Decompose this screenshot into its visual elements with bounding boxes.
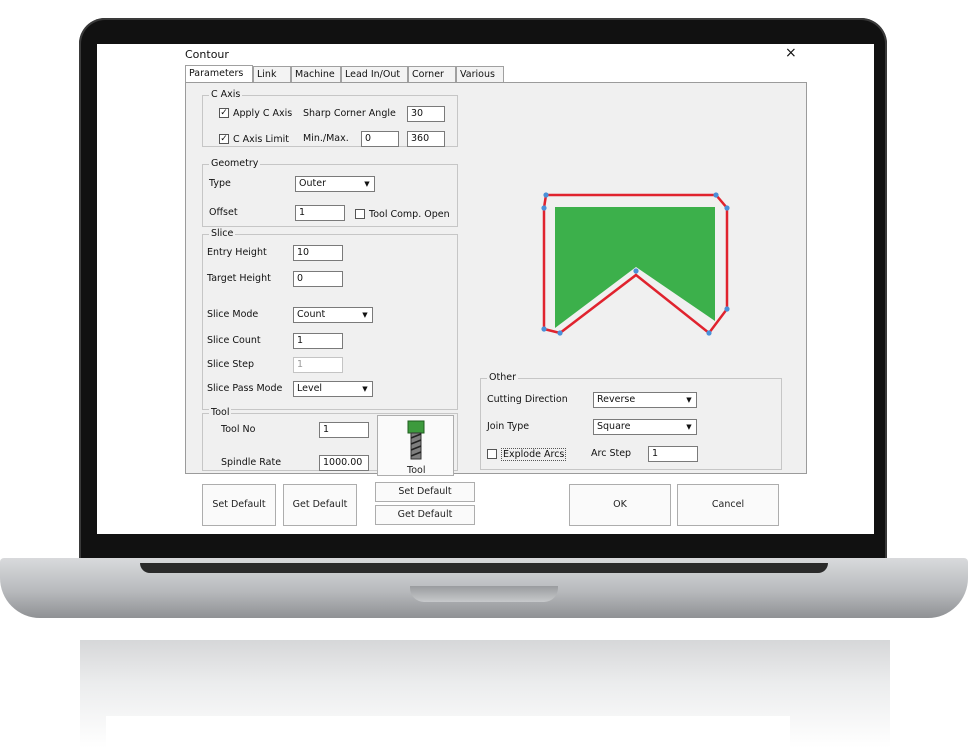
- apply-c-axis-label: Apply C Axis: [233, 108, 293, 119]
- chevron-down-icon: ▼: [683, 394, 695, 406]
- cutting-direction-value: Reverse: [597, 394, 636, 405]
- get-default-button[interactable]: Get Default: [283, 484, 357, 526]
- tool-no-input[interactable]: 1: [319, 422, 369, 438]
- geometry-legend: Geometry: [209, 158, 261, 169]
- sharp-corner-input[interactable]: 30: [407, 106, 445, 122]
- slice-pass-mode-value: Level: [297, 383, 323, 394]
- tool-button[interactable]: Tool: [377, 415, 454, 476]
- explode-arcs-checkbox[interactable]: [487, 449, 497, 459]
- slice-legend: Slice: [209, 228, 236, 239]
- chevron-down-icon: ▼: [361, 178, 373, 190]
- tool-group: Tool Tool No 1 Spindle Rate 1000.00 Tool: [202, 407, 458, 476]
- tool-comp-open-checkbox[interactable]: [355, 209, 365, 219]
- contour-vertex: [713, 192, 719, 198]
- explode-arcs-label: Explode Arcs: [501, 448, 567, 461]
- sharp-corner-label: Sharp Corner Angle: [303, 108, 396, 119]
- slice-mode-value: Count: [297, 309, 326, 320]
- c-axis-legend: C Axis: [209, 89, 243, 100]
- contour-vertex: [557, 330, 563, 336]
- slice-pass-mode-select[interactable]: Level ▼: [293, 381, 373, 397]
- offset-input[interactable]: 1: [295, 205, 345, 221]
- entry-height-input[interactable]: 10: [293, 245, 343, 261]
- tool-comp-open-label: Tool Comp. Open: [369, 209, 450, 220]
- type-select[interactable]: Outer ▼: [295, 176, 375, 192]
- contour-vertex: [724, 306, 730, 312]
- slice-count-input[interactable]: 1: [293, 333, 343, 349]
- dialog-title: Contour: [185, 48, 229, 61]
- other-group: Other Cutting Direction Reverse ▼ Join T…: [480, 372, 782, 470]
- c-axis-limit-label: C Axis Limit: [233, 134, 289, 145]
- join-type-select[interactable]: Square ▼: [593, 419, 697, 435]
- laptop-notch: [410, 586, 558, 602]
- spindle-rate-input[interactable]: 1000.00: [319, 455, 369, 471]
- contour-vertex: [706, 330, 712, 336]
- set-default-button-2[interactable]: Set Default: [375, 482, 475, 502]
- end-mill-icon: [407, 420, 425, 460]
- contour-vertex: [543, 192, 549, 198]
- slice-step-label: Slice Step: [207, 359, 255, 370]
- chevron-down-icon: ▼: [683, 421, 695, 433]
- slice-group: Slice Entry Height 10 Target Height 0 Sl…: [202, 228, 458, 410]
- join-type-value: Square: [597, 421, 631, 432]
- slice-count-label: Slice Count: [207, 335, 261, 346]
- min-input[interactable]: 0: [361, 131, 399, 147]
- tool-button-label: Tool: [407, 465, 426, 476]
- other-legend: Other: [487, 372, 518, 383]
- cutting-direction-select[interactable]: Reverse ▼: [593, 392, 697, 408]
- tab-various[interactable]: Various: [456, 66, 504, 82]
- target-height-label: Target Height: [207, 273, 271, 284]
- minmax-label: Min./Max.: [303, 133, 349, 144]
- target-height-input[interactable]: 0: [293, 271, 343, 287]
- tab-parameters[interactable]: Parameters: [185, 65, 253, 83]
- join-type-label: Join Type: [487, 421, 530, 432]
- contour-vertex: [541, 326, 547, 332]
- entry-height-label: Entry Height: [207, 247, 267, 258]
- get-default-button-2[interactable]: Get Default: [375, 505, 475, 525]
- slice-step-input: 1: [293, 357, 343, 373]
- close-icon[interactable]: ×: [785, 45, 797, 61]
- offset-label: Offset: [209, 207, 238, 218]
- tab-corner[interactable]: Corner: [408, 66, 456, 82]
- tool-legend: Tool: [209, 407, 232, 418]
- geometry-group: Geometry Type Outer ▼ Offset 1 Tool Comp…: [202, 158, 458, 227]
- max-input[interactable]: 360: [407, 131, 445, 147]
- apply-c-axis-checkbox[interactable]: ✓: [219, 108, 229, 118]
- set-default-button[interactable]: Set Default: [202, 484, 276, 526]
- tab-link[interactable]: Link: [253, 66, 291, 82]
- parameters-panel: C Axis ✓ Apply C Axis Sharp Corner Angle…: [185, 82, 807, 476]
- c-axis-limit-checkbox[interactable]: ✓: [219, 134, 229, 144]
- cutting-direction-label: Cutting Direction: [487, 394, 568, 405]
- chevron-down-icon: ▼: [359, 309, 371, 321]
- contour-vertex: [724, 205, 730, 211]
- c-axis-group: C Axis ✓ Apply C Axis Sharp Corner Angle…: [202, 89, 458, 147]
- type-label: Type: [209, 178, 231, 189]
- contour-preview: [541, 192, 730, 336]
- tool-no-label: Tool No: [221, 424, 256, 435]
- checkmark-icon: ✓: [220, 134, 228, 144]
- slice-mode-label: Slice Mode: [207, 309, 259, 320]
- tab-machine[interactable]: Machine: [291, 66, 341, 82]
- cancel-button[interactable]: Cancel: [677, 484, 779, 526]
- checkmark-icon: ✓: [220, 108, 228, 118]
- chevron-down-icon: ▼: [359, 383, 371, 395]
- laptop-screen: Contour × Parameters Link Machine Lead I…: [97, 44, 874, 534]
- type-value: Outer: [299, 178, 326, 189]
- arc-step-input[interactable]: 1: [648, 446, 698, 462]
- arc-step-label: Arc Step: [591, 448, 632, 459]
- slice-pass-mode-label: Slice Pass Mode: [207, 383, 283, 394]
- tab-lead-in-out[interactable]: Lead In/Out: [341, 66, 408, 82]
- laptop-hinge: [140, 563, 828, 573]
- spindle-rate-label: Spindle Rate: [221, 457, 282, 468]
- ok-button[interactable]: OK: [569, 484, 671, 526]
- contour-vertex: [633, 268, 639, 274]
- slice-mode-select[interactable]: Count ▼: [293, 307, 373, 323]
- reflection-screen: [106, 716, 790, 748]
- contour-vertex: [541, 205, 547, 211]
